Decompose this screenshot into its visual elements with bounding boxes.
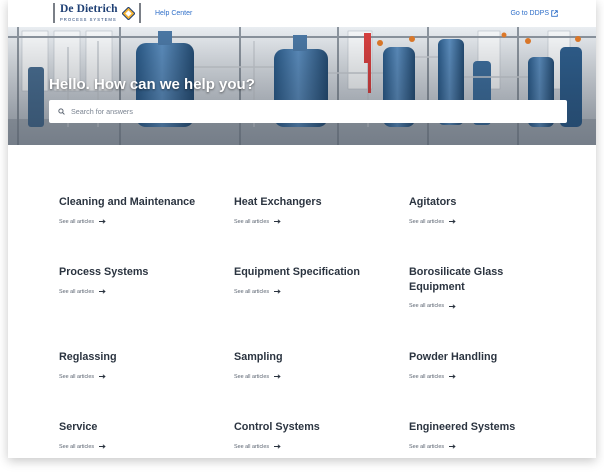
logo-text: De Dietrich PROCESS SYSTEMS xyxy=(60,4,118,22)
category-title[interactable]: Agitators xyxy=(409,195,569,210)
arrow-right-icon xyxy=(99,374,106,379)
category-title[interactable]: Heat Exchangers xyxy=(234,195,394,210)
category-title[interactable]: Engineered Systems xyxy=(409,420,569,435)
category-agitators[interactable]: Agitators See all articles xyxy=(409,195,569,225)
diamond-logo-icon xyxy=(121,6,135,20)
category-title[interactable]: Service xyxy=(59,420,219,435)
see-all-articles-label: See all articles xyxy=(59,443,95,450)
hero-banner: Hello. How can we help you? xyxy=(8,27,596,145)
category-engineered-systems[interactable]: Engineered Systems See all articles xyxy=(409,420,569,450)
category-equipment-specification[interactable]: Equipment Specification See all articles xyxy=(234,265,394,295)
category-cleaning-and-maintenance[interactable]: Cleaning and Maintenance See all article… xyxy=(59,195,219,225)
see-all-articles-label: See all articles xyxy=(59,218,95,225)
see-all-articles-link[interactable]: See all articles xyxy=(234,289,394,295)
arrow-right-icon xyxy=(449,444,456,449)
search-input[interactable] xyxy=(71,107,551,116)
category-title[interactable]: Sampling xyxy=(234,350,394,365)
arrow-right-icon xyxy=(449,303,456,309)
category-title[interactable]: Reglassing xyxy=(59,350,219,365)
arrow-right-icon xyxy=(449,374,456,379)
category-sampling[interactable]: Sampling See all articles xyxy=(234,350,394,380)
category-control-systems[interactable]: Control Systems See all articles xyxy=(234,420,394,450)
search-icon xyxy=(58,108,65,115)
see-all-articles-link[interactable]: See all articles xyxy=(59,374,219,380)
arrow-right-icon xyxy=(274,219,281,224)
see-all-articles-label: See all articles xyxy=(234,443,270,450)
see-all-articles-link[interactable]: See all articles xyxy=(234,219,394,225)
help-center-link[interactable]: Help Center xyxy=(155,10,192,17)
see-all-articles-link[interactable]: See all articles xyxy=(409,374,569,380)
hero-title: Hello. How can we help you? xyxy=(49,76,255,93)
see-all-articles-label: See all articles xyxy=(409,303,445,309)
category-title[interactable]: Control Systems xyxy=(234,420,394,435)
arrow-right-icon xyxy=(274,444,281,449)
see-all-articles-label: See all articles xyxy=(59,288,95,295)
category-title[interactable]: Cleaning and Maintenance xyxy=(59,195,219,210)
see-all-articles-link[interactable]: See all articles xyxy=(409,219,569,225)
see-all-articles-link[interactable]: See all articles xyxy=(234,374,394,380)
arrow-right-icon xyxy=(99,289,106,294)
see-all-articles-link[interactable]: See all articles xyxy=(409,303,529,309)
logo-right-bracket xyxy=(138,3,141,23)
see-all-articles-link[interactable]: See all articles xyxy=(234,444,394,450)
see-all-articles-label: See all articles xyxy=(234,218,270,225)
category-title[interactable]: Borosilicate Glass Equipment xyxy=(409,265,529,294)
top-bar: De Dietrich PROCESS SYSTEMS Help Center … xyxy=(8,0,596,27)
see-all-articles-label: See all articles xyxy=(409,373,445,380)
arrow-right-icon xyxy=(274,374,281,379)
category-title[interactable]: Equipment Specification xyxy=(234,265,394,280)
arrow-right-icon xyxy=(274,289,281,294)
external-link-icon xyxy=(551,10,558,17)
see-all-articles-label: See all articles xyxy=(234,288,270,295)
go-to-ddps-link[interactable]: Go to DDPS xyxy=(510,10,558,17)
logo-subtitle: PROCESS SYSTEMS xyxy=(60,16,117,22)
category-process-systems[interactable]: Process Systems See all articles xyxy=(59,265,219,295)
category-heat-exchangers[interactable]: Heat Exchangers See all articles xyxy=(234,195,394,225)
category-title[interactable]: Powder Handling xyxy=(409,350,569,365)
see-all-articles-link[interactable]: See all articles xyxy=(59,219,219,225)
category-powder-handling[interactable]: Powder Handling See all articles xyxy=(409,350,569,380)
arrow-right-icon xyxy=(99,444,106,449)
category-service[interactable]: Service See all articles xyxy=(59,420,219,450)
see-all-articles-link[interactable]: See all articles xyxy=(59,289,219,295)
arrow-right-icon xyxy=(99,219,106,224)
category-title[interactable]: Process Systems xyxy=(59,265,219,280)
logo-brand: De Dietrich xyxy=(60,3,118,16)
category-borosilicate-glass-equipment[interactable]: Borosilicate Glass Equipment See all art… xyxy=(409,265,529,309)
arrow-right-icon xyxy=(449,219,456,224)
logo-left-bracket xyxy=(53,3,55,23)
help-center-page: De Dietrich PROCESS SYSTEMS Help Center … xyxy=(8,0,596,458)
see-all-articles-label: See all articles xyxy=(234,373,270,380)
company-logo[interactable]: De Dietrich PROCESS SYSTEMS xyxy=(53,2,141,24)
see-all-articles-label: See all articles xyxy=(59,373,95,380)
go-to-ddps-label: Go to DDPS xyxy=(510,10,549,17)
search-box[interactable] xyxy=(49,100,567,123)
category-reglassing[interactable]: Reglassing See all articles xyxy=(59,350,219,380)
see-all-articles-link[interactable]: See all articles xyxy=(59,444,219,450)
see-all-articles-link[interactable]: See all articles xyxy=(409,444,569,450)
see-all-articles-label: See all articles xyxy=(409,443,445,450)
see-all-articles-label: See all articles xyxy=(409,218,445,225)
